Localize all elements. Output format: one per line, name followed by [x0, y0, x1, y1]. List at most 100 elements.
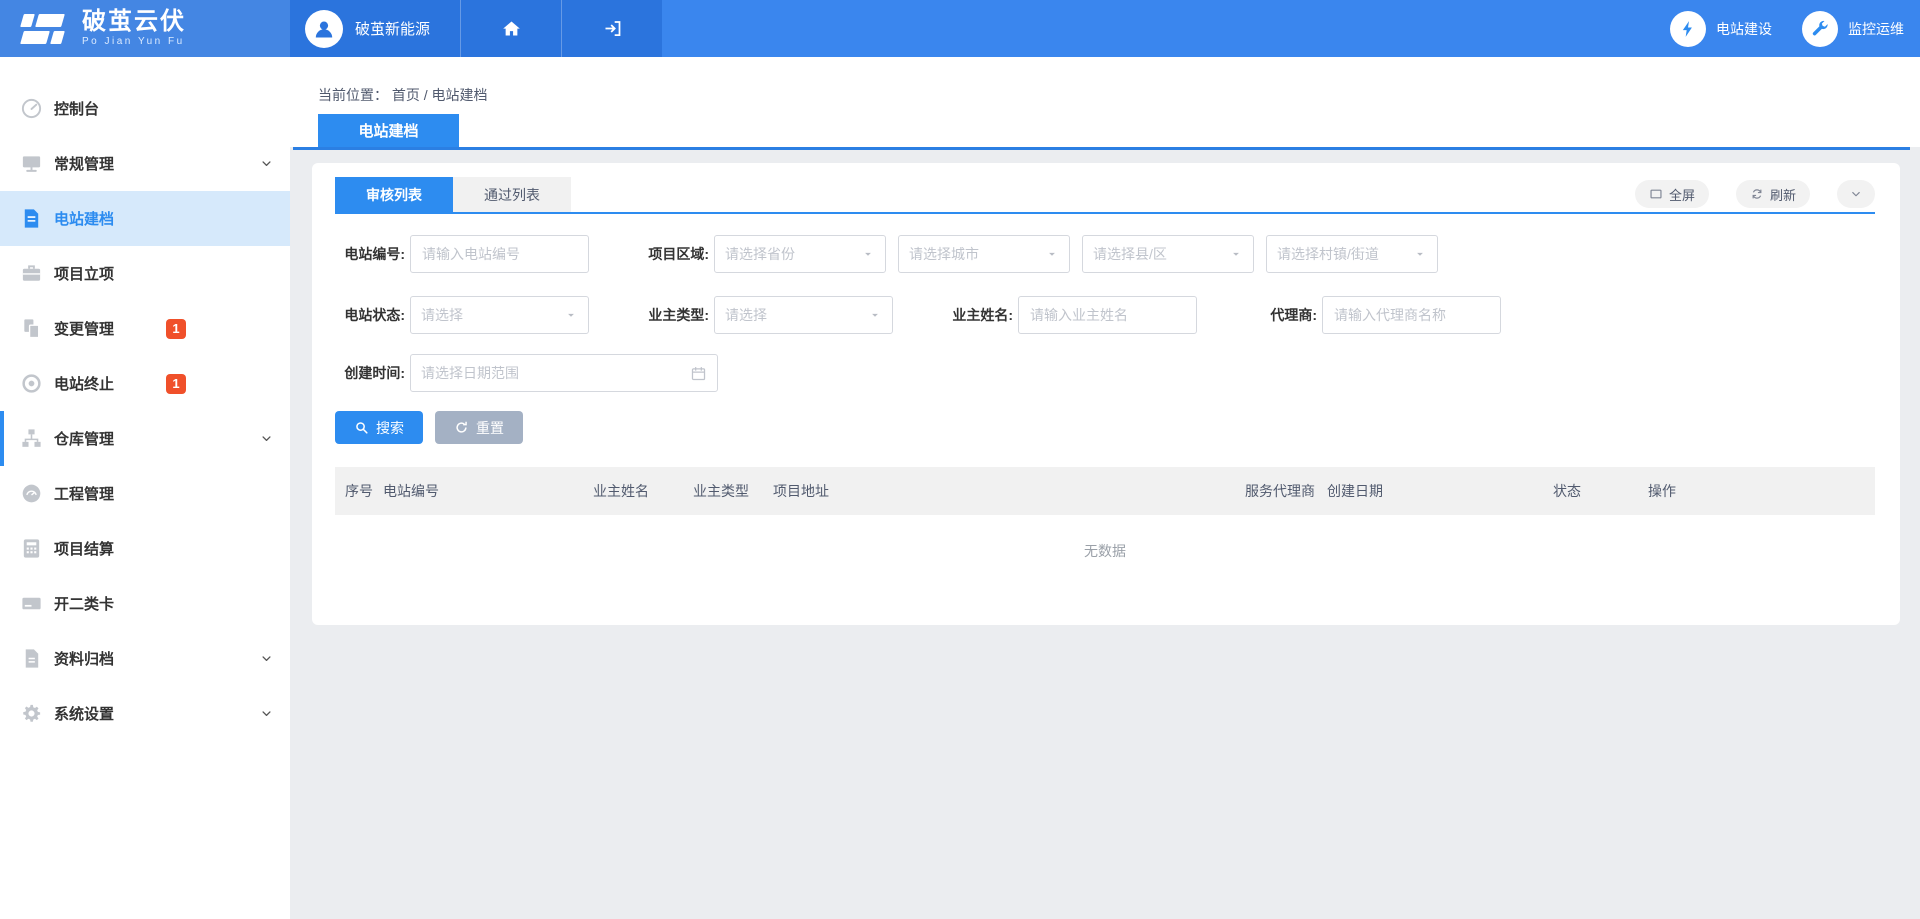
filter-select[interactable]: 请选择	[714, 296, 893, 334]
select-placeholder: 请选择城市	[909, 244, 1045, 264]
sidebar-item-calculator[interactable]: 项目结算	[0, 521, 290, 576]
sidebar-item-gear[interactable]: 系统设置	[0, 686, 290, 741]
filter-label: 电站编号:	[335, 244, 405, 264]
filter-date-range[interactable]	[410, 354, 718, 392]
bolt-icon-circle	[1670, 11, 1706, 47]
empty-state: 无数据	[335, 515, 1875, 561]
sidebar-item-document[interactable]: 电站建档	[0, 191, 290, 246]
panel-tools: 全屏 刷新	[1635, 180, 1875, 212]
filter-select[interactable]: 请选择省份	[714, 235, 886, 273]
sidebar-item-sitemap[interactable]: 仓库管理	[0, 411, 290, 466]
app-logo[interactable]: 破茧云伏 Po Jian Yun Fu	[0, 0, 290, 57]
filter-text-input[interactable]	[1322, 296, 1501, 334]
wrench-icon	[1810, 19, 1830, 39]
chevron-down-icon	[259, 156, 274, 171]
breadcrumb-path[interactable]: 首页 / 电站建档	[392, 87, 488, 103]
tab-passed-list[interactable]: 通过列表	[453, 177, 571, 212]
table-column-header: 业主姓名	[593, 481, 693, 501]
sidebar-scrollbar-thumb[interactable]	[0, 411, 4, 466]
main-area: 当前位置： 首页 / 电站建档 电站建档 审核列表通过列表 全屏 刷新	[290, 57, 1920, 919]
filter-label: 项目区域:	[639, 244, 709, 264]
logo-icon	[22, 12, 68, 46]
select-placeholder: 请选择	[725, 305, 868, 325]
sidebar-item-target[interactable]: 电站终止1	[0, 356, 290, 411]
user-menu[interactable]: 破茧新能源	[290, 0, 460, 57]
sidebar-item-card[interactable]: 开二类卡	[0, 576, 290, 631]
topbar-nav-bolt[interactable]: 电站建设	[1670, 11, 1772, 47]
notification-badge: 1	[166, 374, 186, 394]
sidebar-item-monitor[interactable]: 常规管理	[0, 136, 290, 191]
sidebar-item-label: 仓库管理	[54, 428, 166, 449]
filter-select[interactable]: 请选择县/区	[1082, 235, 1254, 273]
sidebar-item-label: 项目立项	[54, 263, 166, 284]
signin-icon	[602, 18, 623, 39]
select-placeholder: 请选择县/区	[1093, 244, 1229, 264]
filter-group: 业主类型:请选择	[639, 296, 893, 334]
person-icon	[312, 17, 336, 41]
reset-label: 重置	[476, 418, 504, 438]
caret-down-icon	[1045, 247, 1059, 261]
date-range-input[interactable]	[421, 365, 690, 381]
filter-select[interactable]: 请选择城市	[898, 235, 1070, 273]
fullscreen-icon	[1649, 187, 1663, 201]
filter-select[interactable]: 请选择	[410, 296, 589, 334]
select-placeholder: 请选择	[421, 305, 564, 325]
sidebar-item-archive[interactable]: 资料归档	[0, 631, 290, 686]
gear-icon	[20, 702, 43, 725]
avatar	[305, 10, 343, 48]
caret-down-icon	[861, 247, 875, 261]
calendar-icon	[690, 365, 707, 382]
breadcrumb-prefix: 当前位置：	[318, 87, 392, 103]
page-tab[interactable]: 电站建档	[318, 114, 459, 147]
caret-down-icon	[564, 308, 578, 322]
sidebar-item-meter[interactable]: 工程管理	[0, 466, 290, 521]
sidebar-item-label: 控制台	[54, 98, 166, 119]
calculator-icon	[20, 537, 43, 560]
card-icon	[20, 592, 43, 615]
breadcrumb-bar: 当前位置： 首页 / 电站建档 电站建档	[290, 57, 1920, 147]
caret-down-icon	[868, 308, 882, 322]
wrench-icon-circle	[1802, 11, 1838, 47]
home-icon	[501, 18, 522, 39]
logo-title: 破茧云伏	[82, 10, 186, 34]
panel-tabs: 审核列表通过列表	[335, 177, 571, 212]
topbar: 破茧云伏 Po Jian Yun Fu 破茧新能源 电站建设监控运维	[0, 0, 1920, 57]
user-name: 破茧新能源	[355, 18, 430, 39]
table-column-header: 序号	[345, 481, 383, 501]
meter-icon	[20, 482, 43, 505]
filter-form: 电站编号:项目区域:请选择省份请选择城市请选择县/区请选择村镇/街道电站状态:请…	[335, 235, 1875, 392]
signin-button[interactable]	[561, 0, 662, 57]
refresh-label: 刷新	[1770, 185, 1796, 204]
target-icon	[20, 372, 43, 395]
filter-select[interactable]: 请选择村镇/街道	[1266, 235, 1438, 273]
topbar-nav-wrench[interactable]: 监控运维	[1802, 11, 1904, 47]
tab-review-list[interactable]: 审核列表	[335, 177, 453, 212]
refresh-icon	[1750, 187, 1764, 201]
topbar-right-nav: 电站建设监控运维	[1670, 0, 1920, 57]
select-placeholder: 请选择省份	[725, 244, 861, 264]
sidebar-item-label: 开二类卡	[54, 593, 166, 614]
filter-group: 创建时间:	[335, 354, 718, 392]
briefcase-icon	[20, 262, 43, 285]
active-tab-underline	[335, 212, 1875, 214]
sidebar-item-label: 资料归档	[54, 648, 166, 669]
reset-button[interactable]: 重置	[435, 411, 523, 444]
sidebar-item-gauge[interactable]: 控制台	[0, 81, 290, 136]
gauge-icon	[20, 97, 43, 120]
fullscreen-button[interactable]: 全屏	[1635, 180, 1709, 208]
collapse-button[interactable]	[1837, 180, 1875, 208]
refresh-button[interactable]: 刷新	[1736, 180, 1810, 208]
filter-text-input[interactable]	[410, 235, 589, 273]
filter-label: 代理商:	[1247, 305, 1317, 325]
filter-text-input[interactable]	[1018, 296, 1197, 334]
pages-icon	[20, 317, 43, 340]
list-panel: 审核列表通过列表 全屏 刷新	[312, 163, 1900, 625]
sidebar-item-briefcase[interactable]: 项目立项	[0, 246, 290, 301]
search-button[interactable]: 搜索	[335, 411, 423, 444]
table-column-header: 服务代理商	[1245, 481, 1327, 501]
reset-icon	[454, 420, 469, 435]
monitor-icon	[20, 152, 43, 175]
home-button[interactable]	[460, 0, 561, 57]
table-column-header: 项目地址	[773, 481, 1245, 501]
sidebar-item-pages[interactable]: 变更管理1	[0, 301, 290, 356]
